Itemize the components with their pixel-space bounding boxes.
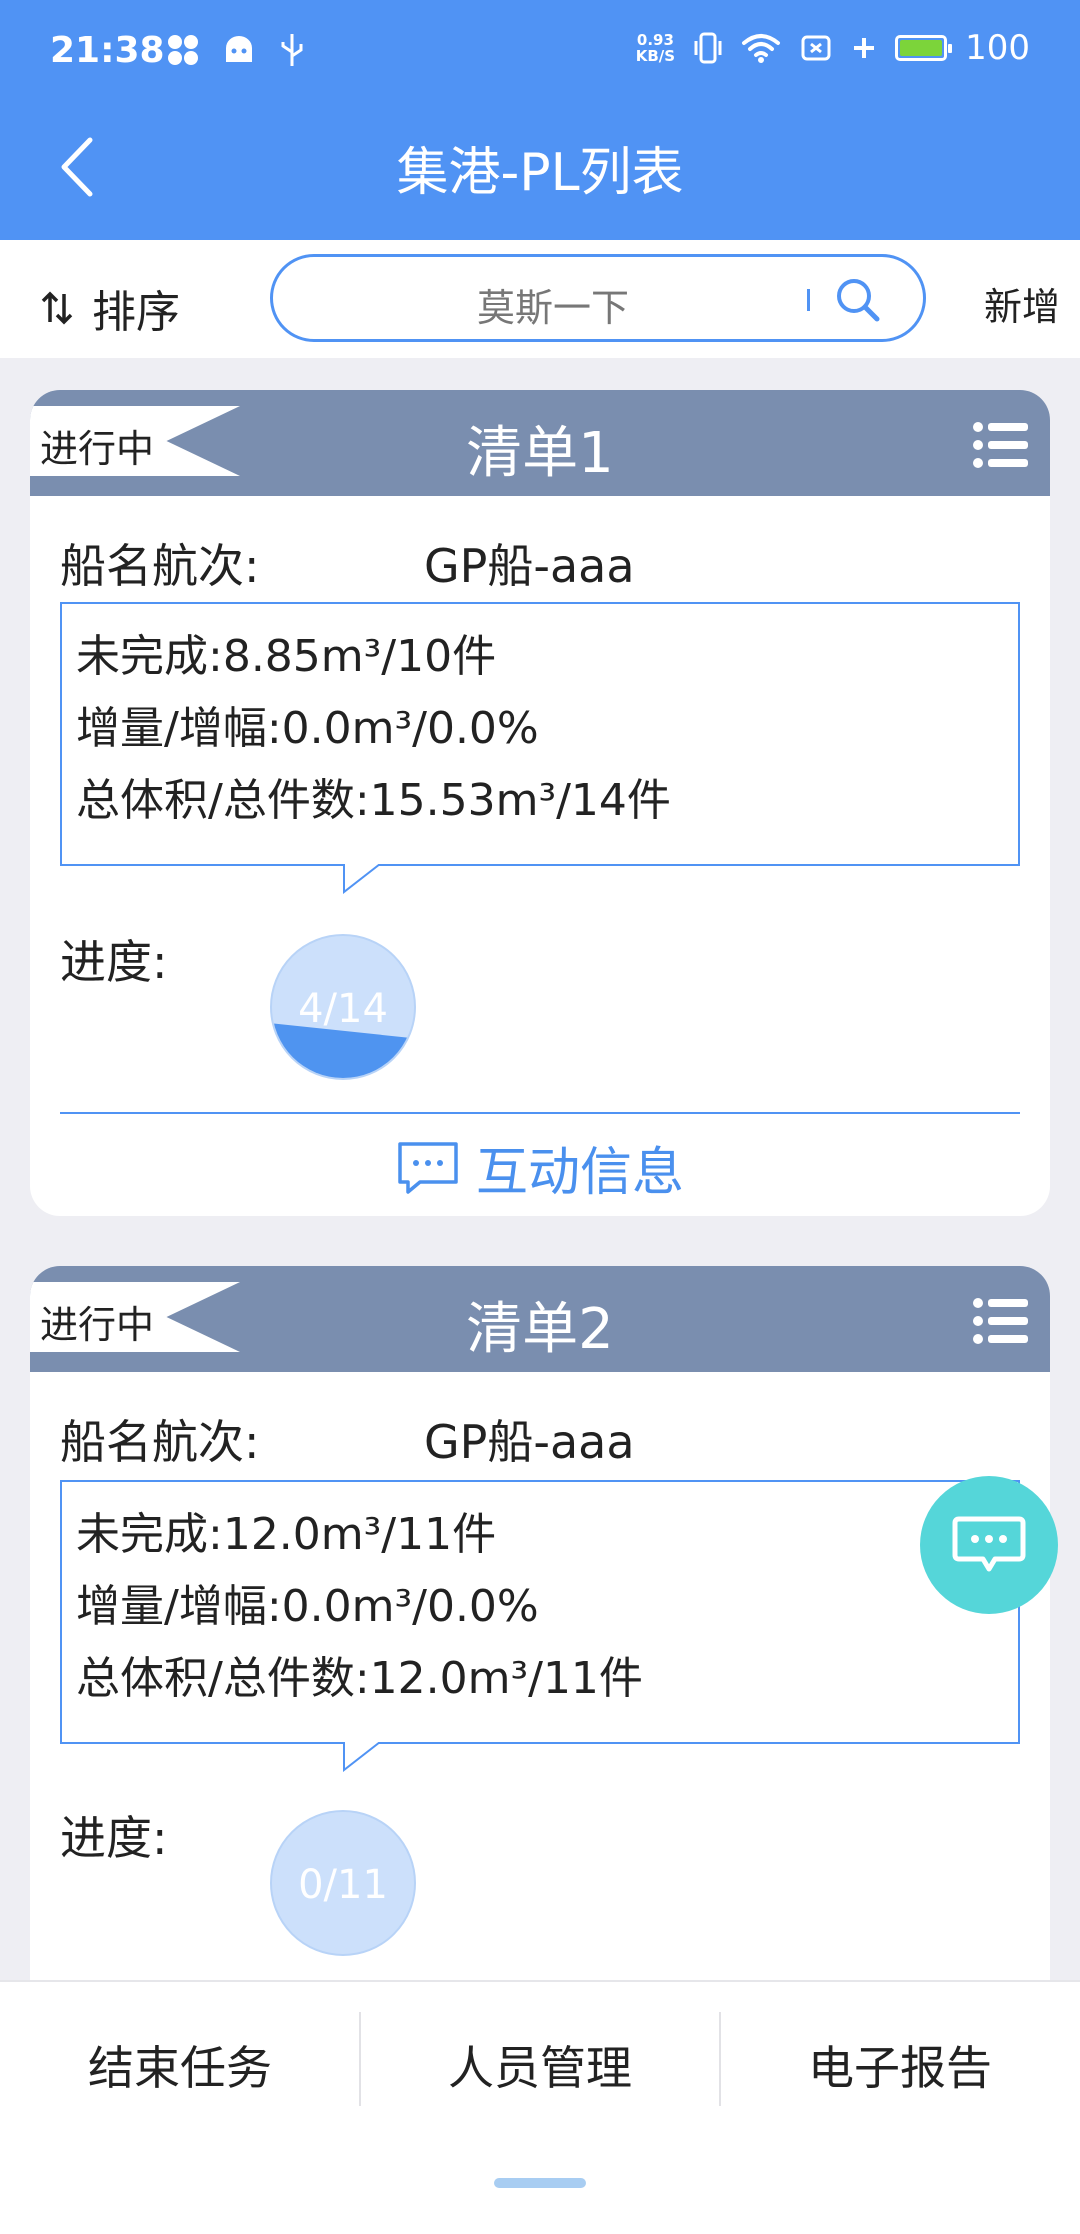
sort-button[interactable]: 排序 [40,276,180,340]
toolbar: 排序 莫斯一下 新增 [0,240,1080,358]
summary-unfinished: 未完成:12.0m³/11件 [76,1509,497,1560]
status-right: 0.93 KB/S 100 [636,28,1030,68]
popup-pointer [343,1742,381,1772]
summary-total: 总体积/总件数:12.0m³/11件 [76,1653,643,1704]
card-title: 清单2 [466,1297,614,1362]
battery-saver-icon [801,35,831,61]
chat-icon [398,1141,458,1194]
chat-fab[interactable] [920,1476,1058,1614]
card-header: 进行中 清单2 [30,1266,1050,1372]
home-indicator[interactable] [494,2178,586,2188]
search-icon[interactable] [833,275,883,325]
popup-pointer [343,864,381,894]
summary-unfinished: 未完成:8.85m³/10件 [76,631,497,682]
list-card[interactable]: 进行中 清单1 船名航次: GP船-aaa 未完成:8.85m³/10件 增量/… [30,390,1050,1216]
app-header: 21:38 0.93 KB/S 100 集港-PL列表 [0,0,1080,240]
page-title: 集港-PL列表 [396,143,684,203]
summary-popup: 未完成:12.0m³/11件 增量/增幅:0.0m³/0.0% 总体积/总件数:… [60,1480,1020,1744]
ship-label: 船名航次: [60,539,260,593]
progress-circle: 0/11 [270,1810,416,1956]
usb-icon [281,34,303,66]
divider [60,1112,1020,1114]
ship-row: 船名航次: GP船-aaa [60,1406,635,1472]
plus-icon [854,38,875,58]
card-title: 清单1 [466,421,614,486]
app-grid-icon [168,35,198,65]
sort-label: 排序 [92,287,180,338]
sort-icon [41,291,73,325]
vibrate-icon [694,32,722,64]
notification-icons [165,32,307,68]
ship-row: 船名航次: GP船-aaa [60,530,635,596]
net-speed: 0.93 KB/S [635,31,676,65]
summary-total: 总体积/总件数:15.53m³/14件 [76,775,671,826]
card-header: 进行中 清单1 [30,390,1050,496]
progress-label: 进度: [60,1811,168,1865]
menu-icon[interactable] [972,1296,1030,1346]
interaction-button[interactable]: 互动信息 [30,1130,1050,1205]
progress-label: 进度: [60,935,168,989]
list-card[interactable]: 进行中 清单2 船名航次: GP船-aaa 未完成:12.0m³/11件 增量/… [30,1266,1050,2026]
progress-text: 4/14 [298,986,388,1032]
summary-increment: 增量/增幅:0.0m³/0.0% [76,703,539,754]
battery-icon [895,35,953,61]
search-input[interactable]: 莫斯一下 [270,254,926,342]
android-icon [226,36,252,62]
progress-text: 0/11 [298,1862,388,1908]
battery-level: 100 [965,28,1030,68]
search-placeholder: 莫斯一下 [476,286,629,330]
text-cursor [807,289,810,311]
interaction-label: 互动信息 [475,1143,684,1203]
bottom-bar: 结束任务 人员管理 电子报告 [0,1980,1080,2234]
end-task-button[interactable]: 结束任务 [0,2032,360,2098]
wifi-icon [742,34,781,63]
summary-increment: 增量/增幅:0.0m³/0.0% [76,1581,539,1632]
e-report-button[interactable]: 电子报告 [720,2032,1080,2098]
ship-value: GP船-aaa [424,1415,635,1469]
add-button[interactable]: 新增 [984,276,1060,331]
menu-icon[interactable] [972,420,1030,470]
progress-circle: 4/14 [270,934,416,1080]
message-icon [952,1516,1026,1572]
staff-management-button[interactable]: 人员管理 [360,2032,720,2098]
status-bar: 21:38 0.93 KB/S 100 [0,0,1080,110]
ship-value: GP船-aaa [424,539,635,593]
status-time: 21:38 [50,30,165,71]
summary-popup: 未完成:8.85m³/10件 增量/增幅:0.0m³/0.0% 总体积/总件数:… [60,602,1020,866]
ship-label: 船名航次: [60,1415,260,1469]
